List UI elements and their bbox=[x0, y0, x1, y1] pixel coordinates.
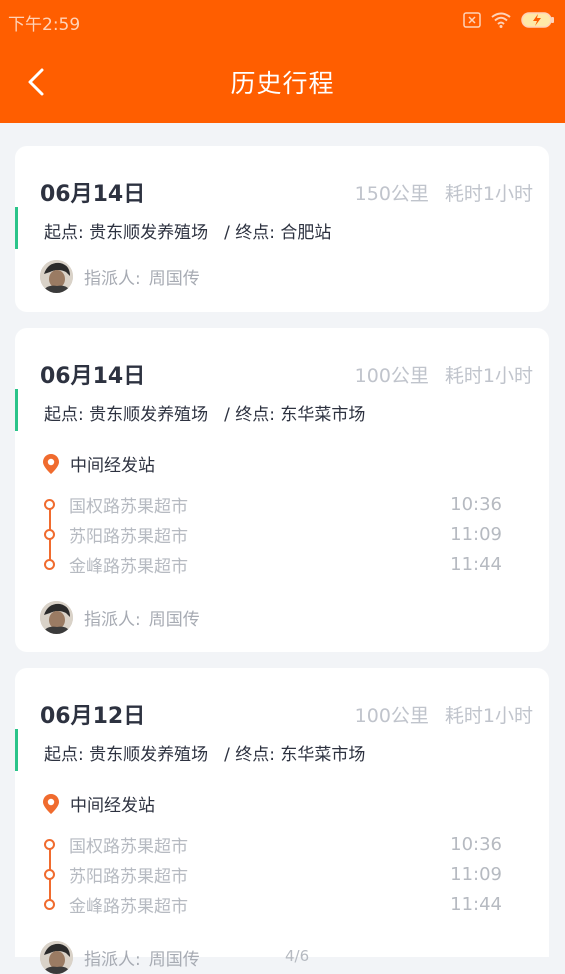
trip-route: 起点: 贵东顺发养殖场 / 终点: 东华菜市场 bbox=[44, 400, 365, 425]
location-pin-icon bbox=[43, 793, 59, 814]
assignee-name: 周国传 bbox=[148, 610, 200, 630]
trip-duration: 耗时1小时 bbox=[444, 705, 533, 727]
waypoint-name: 苏阳路苏果超市 bbox=[69, 866, 188, 887]
waypoints-title: 中间经发站 bbox=[70, 796, 155, 816]
assignee-label: 指派人: bbox=[84, 269, 141, 289]
wifi-icon bbox=[491, 12, 511, 28]
waypoint-dot bbox=[44, 528, 55, 540]
waypoint-item: 苏阳路苏果超市 11:09 bbox=[42, 519, 502, 549]
waypoint-name: 金峰路苏果超市 bbox=[69, 896, 188, 917]
trip-card[interactable]: 06月14日 150公里 耗时1小时 起点: 贵东顺发养殖场 / 终点: 合肥站 指… bbox=[15, 146, 549, 312]
avatar bbox=[40, 941, 73, 974]
trip-meta: 100公里 耗时1小时 bbox=[355, 701, 533, 728]
waypoint-name: 金峰路苏果超市 bbox=[69, 556, 188, 577]
waypoint-dot bbox=[44, 498, 55, 510]
waypoint-time: 11:44 bbox=[450, 893, 502, 915]
waypoint-time: 10:36 bbox=[450, 493, 502, 515]
assignee: 指派人: 周国传 bbox=[40, 601, 200, 634]
battery-charging-icon bbox=[521, 12, 554, 28]
trip-end: / 终点: 东华菜市场 bbox=[224, 745, 366, 765]
waypoints-header: 中间经发站 bbox=[42, 451, 155, 476]
app-header: 下午2:59 历史行程 bbox=[0, 0, 565, 123]
trip-card[interactable]: 06月14日 100公里 耗时1小时 起点: 贵东顺发养殖场 / 终点: 东华菜市场… bbox=[15, 328, 549, 652]
trip-duration: 耗时1小时 bbox=[444, 365, 533, 387]
sim-icon bbox=[463, 12, 481, 28]
trip-meta: 100公里 耗时1小时 bbox=[355, 361, 533, 388]
trip-date: 06月14日 bbox=[40, 364, 146, 389]
trip-start: 起点: 贵东顺发养殖场 bbox=[44, 745, 209, 765]
waypoint-item: 金峰路苏果超市 11:44 bbox=[42, 889, 502, 919]
waypoint-dot bbox=[44, 868, 55, 880]
waypoint-list: 国权路苏果超市 10:36 苏阳路苏果超市 11:09 金峰路苏果超市 11:4… bbox=[42, 829, 502, 919]
waypoints-title: 中间经发站 bbox=[70, 456, 155, 476]
trip-date: 06月14日 bbox=[40, 182, 146, 207]
waypoint-dot bbox=[44, 898, 55, 910]
waypoint-time: 11:09 bbox=[450, 523, 502, 545]
nav-bar: 历史行程 bbox=[0, 40, 565, 123]
assignee: 指派人: 周国传 bbox=[40, 260, 200, 293]
status-time: 下午2:59 bbox=[8, 15, 81, 35]
waypoint-item: 金峰路苏果超市 11:44 bbox=[42, 549, 502, 579]
trip-route: 起点: 贵东顺发养殖场 / 终点: 合肥站 bbox=[44, 218, 331, 243]
waypoint-item: 国权路苏果超市 10:36 bbox=[42, 829, 502, 859]
assignee-name: 周国传 bbox=[148, 950, 200, 970]
waypoint-name: 国权路苏果超市 bbox=[69, 836, 188, 857]
waypoints-header: 中间经发站 bbox=[42, 791, 155, 816]
trip-meta: 150公里 耗时1小时 bbox=[355, 179, 533, 206]
assignee-name: 周国传 bbox=[148, 269, 200, 289]
waypoint-dot bbox=[44, 558, 55, 570]
page-title: 历史行程 bbox=[230, 69, 335, 98]
trip-start: 起点: 贵东顺发养殖场 bbox=[44, 223, 209, 243]
avatar bbox=[40, 260, 73, 293]
trip-start: 起点: 贵东顺发养殖场 bbox=[44, 405, 209, 425]
trip-route: 起点: 贵东顺发养殖场 / 终点: 东华菜市场 bbox=[44, 740, 365, 765]
waypoint-item: 苏阳路苏果超市 11:09 bbox=[42, 859, 502, 889]
route-accent-bar bbox=[15, 389, 18, 431]
assignee: 指派人: 周国传 bbox=[40, 941, 200, 974]
waypoint-time: 10:36 bbox=[450, 833, 502, 855]
waypoint-dot bbox=[44, 838, 55, 850]
trip-distance: 100公里 bbox=[354, 365, 429, 387]
waypoint-item: 国权路苏果超市 10:36 bbox=[42, 489, 502, 519]
trip-card[interactable]: 06月12日 100公里 耗时1小时 起点: 贵东顺发养殖场 / 终点: 东华菜市场… bbox=[15, 668, 549, 974]
status-icons bbox=[463, 10, 555, 30]
assignee-label: 指派人: bbox=[84, 950, 141, 970]
route-accent-bar bbox=[15, 729, 18, 771]
waypoint-name: 苏阳路苏果超市 bbox=[69, 526, 188, 547]
trip-duration: 耗时1小时 bbox=[444, 183, 533, 205]
trip-date: 06月12日 bbox=[40, 704, 146, 729]
route-accent-bar bbox=[15, 207, 18, 249]
trip-distance: 100公里 bbox=[354, 705, 429, 727]
location-pin-icon bbox=[43, 453, 59, 474]
trip-end: / 终点: 东华菜市场 bbox=[224, 405, 366, 425]
assignee-label: 指派人: bbox=[84, 610, 141, 630]
waypoint-list: 国权路苏果超市 10:36 苏阳路苏果超市 11:09 金峰路苏果超市 11:4… bbox=[42, 489, 502, 579]
waypoint-time: 11:09 bbox=[450, 863, 502, 885]
page-indicator: 4/6 bbox=[285, 947, 310, 965]
trip-end: / 终点: 合肥站 bbox=[224, 223, 332, 243]
trip-distance: 150公里 bbox=[354, 183, 429, 205]
waypoint-time: 11:44 bbox=[450, 553, 502, 575]
avatar bbox=[40, 601, 73, 634]
status-bar: 下午2:59 bbox=[0, 0, 565, 40]
waypoint-name: 国权路苏果超市 bbox=[69, 496, 188, 517]
